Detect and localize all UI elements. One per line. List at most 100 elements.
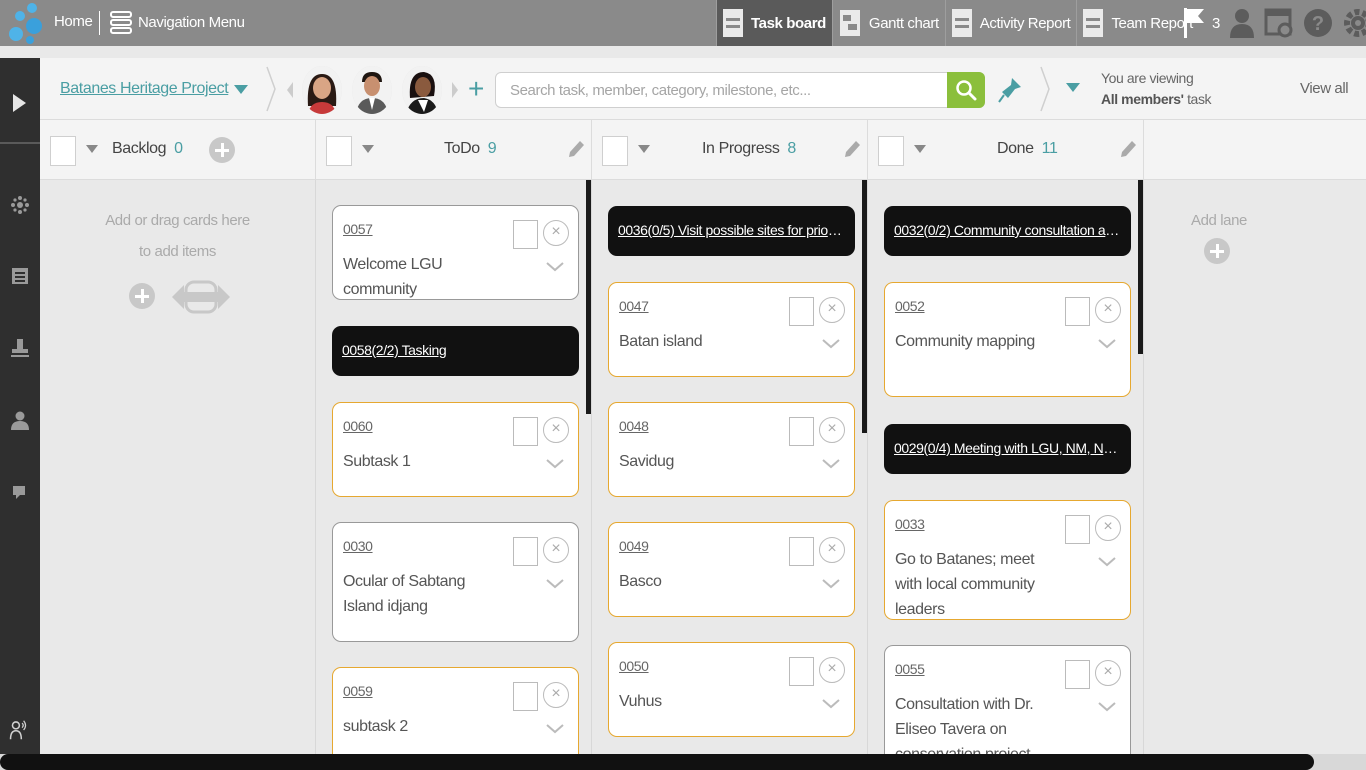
task-id-link[interactable]: 0055 bbox=[895, 661, 925, 677]
task-id-link[interactable]: 0059 bbox=[343, 683, 373, 699]
flag-icon[interactable] bbox=[1180, 6, 1208, 40]
task-id-link[interactable]: 0060 bbox=[343, 418, 373, 434]
chevron-down-icon[interactable] bbox=[822, 339, 840, 349]
pin-icon[interactable] bbox=[998, 77, 1022, 103]
task-id-link[interactable]: 0030 bbox=[343, 538, 373, 554]
task-id-link[interactable]: 0049 bbox=[619, 538, 649, 554]
tab-task-board[interactable]: Task board bbox=[716, 0, 832, 46]
add-item-icon[interactable] bbox=[129, 283, 155, 309]
task-checkbox[interactable] bbox=[513, 220, 538, 249]
task-card[interactable]: 0060 Subtask 1 × bbox=[332, 402, 579, 497]
lane-scrollbar[interactable] bbox=[1138, 180, 1143, 354]
user-icon[interactable] bbox=[10, 410, 30, 430]
task-checkbox[interactable] bbox=[1065, 297, 1090, 326]
edit-lane-icon[interactable] bbox=[566, 138, 586, 160]
chevron-down-icon[interactable] bbox=[234, 85, 248, 94]
task-checkbox[interactable] bbox=[789, 417, 814, 446]
close-icon[interactable]: × bbox=[543, 220, 569, 246]
scroll-members-right-icon[interactable] bbox=[450, 80, 460, 100]
add-lane-label[interactable]: Add lane bbox=[1144, 205, 1294, 236]
task-checkbox[interactable] bbox=[789, 537, 814, 566]
chevron-down-icon[interactable] bbox=[1098, 339, 1116, 349]
close-icon[interactable]: × bbox=[543, 682, 569, 708]
chevron-down-icon[interactable] bbox=[546, 459, 564, 469]
task-card[interactable]: 0049 Basco × bbox=[608, 522, 855, 617]
scroll-members-left-icon[interactable] bbox=[285, 80, 295, 100]
task-card[interactable]: 0057 Welcome LGU community × bbox=[332, 205, 579, 300]
chevron-down-icon[interactable] bbox=[638, 145, 650, 153]
dashboard-icon[interactable] bbox=[10, 195, 30, 215]
task-card[interactable]: 0059 subtask 2 × bbox=[332, 667, 579, 760]
horizontal-scrollbar-thumb[interactable] bbox=[0, 754, 1314, 770]
project-selector[interactable]: Batanes Heritage Project bbox=[60, 80, 229, 98]
tab-gantt-chart[interactable]: Gantt chart bbox=[831, 0, 945, 46]
avatar[interactable] bbox=[402, 66, 442, 114]
task-checkbox[interactable] bbox=[789, 297, 814, 326]
task-card[interactable]: 0030 Ocular of Sabtang Island idjang × bbox=[332, 522, 579, 642]
task-checkbox[interactable] bbox=[513, 417, 538, 446]
chevron-down-icon[interactable] bbox=[546, 262, 564, 272]
edit-lane-icon[interactable] bbox=[842, 138, 862, 160]
task-id-link[interactable]: 0047 bbox=[619, 298, 649, 314]
parent-task-bar[interactable]: 0058(2/2) Tasking bbox=[332, 326, 579, 376]
lane-select-checkbox[interactable] bbox=[602, 136, 628, 166]
member-filter-dropdown-icon[interactable] bbox=[1066, 83, 1080, 92]
lane-scrollbar[interactable] bbox=[862, 180, 867, 433]
chevron-down-icon[interactable] bbox=[822, 459, 840, 469]
search-input[interactable] bbox=[496, 73, 936, 107]
voice-assistant-icon[interactable] bbox=[9, 720, 29, 740]
lane-select-checkbox[interactable] bbox=[326, 136, 352, 166]
close-icon[interactable]: × bbox=[1095, 515, 1121, 541]
edit-lane-icon[interactable] bbox=[1118, 138, 1138, 160]
navigation-menu-button[interactable]: Navigation Menu bbox=[110, 9, 245, 35]
close-icon[interactable]: × bbox=[819, 417, 845, 443]
task-id-link[interactable]: 0052 bbox=[895, 298, 925, 314]
task-id-link[interactable]: 0057 bbox=[343, 221, 373, 237]
stamp-icon[interactable] bbox=[10, 338, 30, 358]
close-icon[interactable]: × bbox=[1095, 660, 1121, 686]
task-card[interactable]: 0048 Savidug × bbox=[608, 402, 855, 497]
list-icon[interactable] bbox=[10, 266, 30, 286]
search-button[interactable] bbox=[947, 72, 985, 108]
close-icon[interactable]: × bbox=[543, 417, 569, 443]
tab-activity-report[interactable]: Activity Report bbox=[944, 0, 1077, 46]
close-icon[interactable]: × bbox=[543, 537, 569, 563]
chevron-down-icon[interactable] bbox=[546, 579, 564, 589]
task-card[interactable]: 0055 Consultation with Dr. Eliseo Tavera… bbox=[884, 645, 1131, 760]
lane-body[interactable]: 0032(0/2) Community consultation and... … bbox=[868, 180, 1144, 760]
add-member-button[interactable]: + bbox=[468, 75, 484, 103]
parent-task-bar[interactable]: 0032(0/2) Community consultation and... bbox=[884, 206, 1131, 256]
viewing-filter[interactable]: You are viewing All members' task bbox=[1101, 68, 1212, 110]
task-card[interactable]: 0052 Community mapping × bbox=[884, 282, 1131, 397]
add-lane-button[interactable] bbox=[1204, 238, 1230, 264]
chevron-down-icon[interactable] bbox=[546, 724, 564, 734]
view-all-link[interactable]: View all bbox=[1300, 80, 1349, 97]
task-id-link[interactable]: 0048 bbox=[619, 418, 649, 434]
lane-body[interactable]: Add or drag cards here to add items bbox=[40, 180, 316, 760]
chevron-down-icon[interactable] bbox=[822, 699, 840, 709]
task-card[interactable]: 0047 Batan island × bbox=[608, 282, 855, 377]
chevron-down-icon[interactable] bbox=[822, 579, 840, 589]
task-checkbox[interactable] bbox=[513, 537, 538, 566]
lane-body[interactable]: 0036(0/5) Visit possible sites for prior… bbox=[592, 180, 868, 760]
lane-select-checkbox[interactable] bbox=[878, 136, 904, 166]
close-icon[interactable]: × bbox=[1095, 297, 1121, 323]
chevron-down-icon[interactable] bbox=[914, 145, 926, 153]
add-card-button[interactable] bbox=[209, 137, 235, 163]
task-id-link[interactable]: 0033 bbox=[895, 516, 925, 532]
close-icon[interactable]: × bbox=[819, 297, 845, 323]
help-icon[interactable]: ? bbox=[1302, 6, 1334, 40]
task-checkbox[interactable] bbox=[789, 657, 814, 686]
chevron-down-icon[interactable] bbox=[1098, 702, 1116, 712]
avatar[interactable] bbox=[302, 66, 342, 114]
chevron-down-icon[interactable] bbox=[362, 145, 374, 153]
task-card[interactable]: 0033 Go to Batanes; meet with local comm… bbox=[884, 500, 1131, 620]
chat-icon[interactable] bbox=[10, 481, 30, 501]
lane-select-checkbox[interactable] bbox=[50, 136, 76, 166]
task-card[interactable]: 0050 Vuhus × bbox=[608, 642, 855, 737]
task-checkbox[interactable] bbox=[1065, 515, 1090, 544]
avatar[interactable] bbox=[352, 66, 392, 114]
close-icon[interactable]: × bbox=[819, 537, 845, 563]
task-id-link[interactable]: 0050 bbox=[619, 658, 649, 674]
chevron-down-icon[interactable] bbox=[1098, 557, 1116, 567]
